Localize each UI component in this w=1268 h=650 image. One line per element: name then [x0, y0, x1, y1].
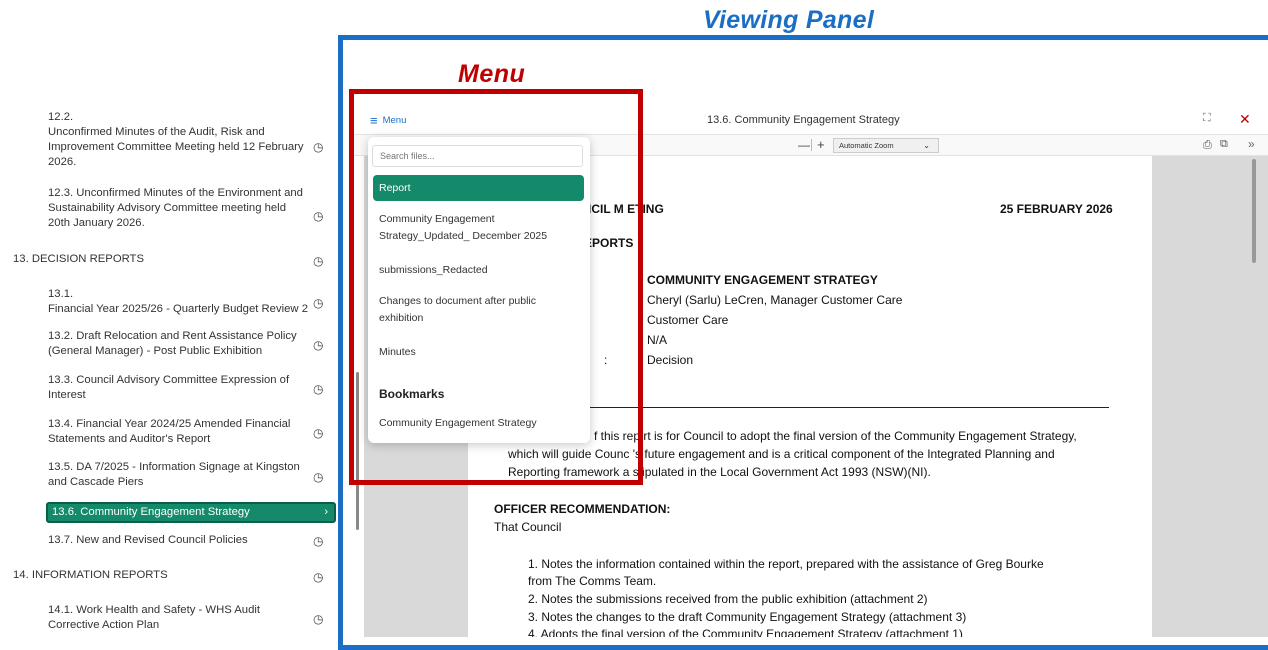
agenda-item-label: 13.5. DA 7/2025 - Information Signage at…	[48, 461, 300, 488]
bookmarks-heading: Bookmarks	[379, 387, 445, 401]
viewer-title: 13.6. Community Engagement Strategy	[707, 114, 900, 126]
agenda-item-label: 12.3. Unconfirmed Minutes of the Environ…	[48, 187, 303, 229]
agenda-item-label: 12.2. Unconfirmed Minutes of the Audit, …	[48, 111, 304, 168]
menu-item-file[interactable]: submissions_Redacted	[379, 262, 579, 279]
doc-purpose-line: f this rep rt is for Council to adopt th…	[594, 429, 1077, 443]
agenda-item-label: 14.1. Work Health and Safety - WHS Audit…	[48, 604, 261, 631]
toolbar-divider	[811, 139, 812, 151]
doc-recommendation-item: 2. Notes the submissions received from t…	[528, 592, 928, 606]
timer-icon[interactable]: ◷	[313, 535, 325, 547]
viewing-panel-annotation: Viewing Panel	[703, 6, 875, 34]
agenda-section-label: 14. INFORMATION REPORTS	[13, 569, 168, 581]
agenda-item-label: 13.1. Financial Year 2025/26 - Quarterly…	[48, 288, 308, 315]
doc-header-date: 25 FEBRUARY 2026	[1000, 202, 1113, 216]
bookmark-item[interactable]: Community Engagement Strategy	[379, 415, 579, 432]
timer-icon[interactable]: ◷	[313, 339, 325, 351]
agenda-item-label: 13.3. Council Advisory Committee Express…	[48, 374, 290, 401]
timer-icon[interactable]: ◷	[313, 427, 325, 439]
chevron-down-icon: ⌄	[923, 141, 930, 150]
timer-icon[interactable]: ◷	[313, 613, 325, 625]
doc-purpose-line: which will guide Counc 's future engagem…	[508, 447, 1055, 461]
doc-unit: Customer Care	[647, 313, 729, 327]
print-icon[interactable]: ⎙	[1203, 139, 1212, 152]
doc-ref: N/A	[647, 333, 668, 347]
expand-icon[interactable]: ⛶	[1203, 112, 1211, 125]
agenda-item-label: 13.7. New and Revised Council Policies	[48, 534, 248, 546]
chevron-right-icon: ›	[324, 506, 328, 518]
doc-type-label: :	[604, 353, 608, 367]
menu-item-file[interactable]: Community Engagement Strategy_Updated_ D…	[379, 211, 579, 245]
agenda-item-active[interactable]: 13.6. Community Engagement Strategy ›	[46, 502, 336, 523]
menu-item-file[interactable]: Changes to document after public exhibit…	[379, 293, 579, 327]
doc-section: EPORTS	[584, 236, 634, 250]
doc-recommendation-item: 3. Notes the changes to the draft Commun…	[528, 610, 967, 624]
download-icon[interactable]: ⧉	[1220, 138, 1228, 151]
screenshot-root: Viewing Panel Menu 12.2. Unconfirmed Min…	[0, 0, 1268, 650]
zoom-in-button[interactable]: +	[817, 137, 825, 152]
more-tools-icon[interactable]: »	[1248, 137, 1255, 151]
doc-recommendation-heading: OFFICER RECOMMENDATION:	[494, 502, 671, 516]
menu-button-label: Menu	[382, 115, 407, 126]
agenda-item-label: 13.6. Community Engagement Strategy	[52, 506, 250, 518]
search-files-input[interactable]	[372, 145, 583, 167]
doc-purpose-line: Reporting framework a stipulated in the …	[508, 465, 931, 479]
document-scrollbar[interactable]	[1252, 159, 1256, 263]
viewer-header: ≡ Menu 13.6. Community Engagement Strate…	[352, 107, 1268, 134]
timer-icon[interactable]: ◷	[313, 471, 325, 483]
timer-icon[interactable]: ◷	[313, 141, 325, 153]
timer-icon[interactable]: ◷	[313, 571, 325, 583]
doc-recommendation-item: 4. Adopts the final version of the Commu…	[528, 627, 963, 637]
menu-dropdown: Report Community Engagement Strategy_Upd…	[368, 137, 590, 443]
doc-author: Cheryl (Sarlu) LeCren, Manager Customer …	[647, 293, 903, 307]
menu-button[interactable]: ≡ Menu	[370, 112, 407, 128]
timer-icon[interactable]: ◷	[313, 210, 325, 222]
doc-recommendation-item: from The Comms Team.	[528, 574, 657, 588]
doc-type: Decision	[647, 353, 694, 367]
zoom-select-value: Automatic Zoom	[839, 141, 894, 150]
timer-icon[interactable]: ◷	[313, 255, 325, 267]
menu-item-file[interactable]: Minutes	[379, 344, 579, 361]
hamburger-icon: ≡	[370, 112, 378, 128]
doc-recommendation-item: 1. Notes the information contained withi…	[528, 557, 1044, 571]
agenda-item-label: 13.4. Financial Year 2024/25 Amended Fin…	[48, 418, 291, 445]
agenda-item-label: 13.2. Draft Relocation and Rent Assistan…	[48, 330, 297, 357]
menu-item-report[interactable]: Report	[373, 175, 584, 201]
doc-subject: COMMUNITY ENGAGEMENT STRATEGY	[647, 273, 878, 287]
zoom-select[interactable]: Automatic Zoom ⌄	[833, 138, 939, 153]
doc-recommendation-intro: That Council	[494, 520, 562, 534]
timer-icon[interactable]: ◷	[313, 383, 325, 395]
close-icon[interactable]: ✕	[1239, 111, 1251, 128]
agenda-sidebar: 12.2. Unconfirmed Minutes of the Audit, …	[10, 107, 342, 637]
menu-annotation: Menu	[458, 60, 526, 88]
timer-icon[interactable]: ◷	[313, 297, 325, 309]
agenda-section-label: 13. DECISION REPORTS	[13, 253, 144, 265]
zoom-out-button[interactable]: —	[798, 138, 810, 152]
